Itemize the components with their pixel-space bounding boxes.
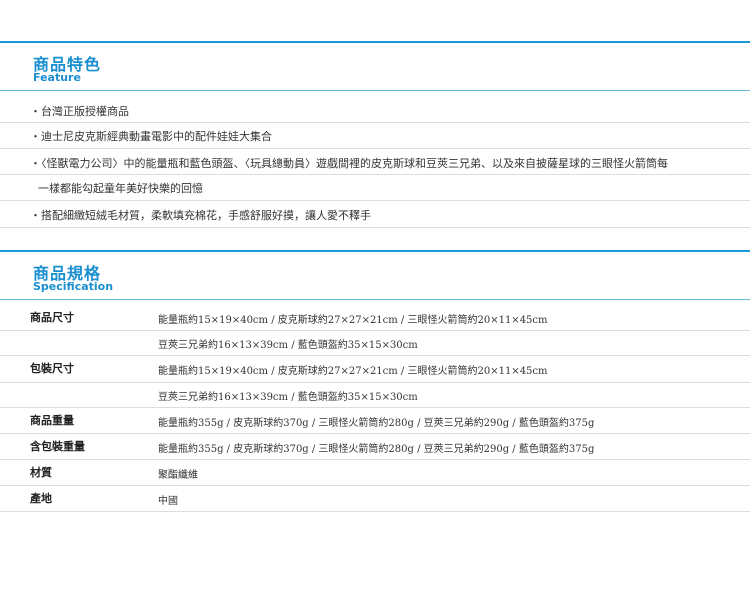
feature-bottom-rule	[0, 90, 750, 91]
feature-divider	[0, 174, 750, 175]
spec-value: 能量瓶約15×19×40cm / 皮克斯球約27×27×21cm / 三眼怪火箭…	[158, 315, 548, 326]
spec-label: 商品尺寸	[30, 311, 74, 324]
spec-row: 商品尺寸 能量瓶約15×19×40cm / 皮克斯球約27×27×21cm / …	[0, 306, 750, 331]
spec-value: 能量瓶約355g / 皮克斯球約370g / 三眼怪火箭筒約280g / 豆莢三…	[158, 418, 595, 429]
spec-value: 中國	[158, 496, 178, 507]
feature-item: ・台灣正版授權商品	[30, 105, 129, 118]
feature-divider	[0, 148, 750, 149]
spec-row: 包裝尺寸 能量瓶約15×19×40cm / 皮克斯球約27×27×21cm / …	[0, 356, 750, 383]
feature-section-header: 商品特色 Feature	[0, 41, 750, 96]
spec-row: 產地 中國	[0, 486, 750, 512]
spec-label: 材質	[30, 466, 52, 479]
spec-row: 商品重量 能量瓶約355g / 皮克斯球約370g / 三眼怪火箭筒約280g …	[0, 408, 750, 434]
spec-label: 商品重量	[30, 414, 74, 427]
spec-value: 聚酯纖維	[158, 470, 198, 481]
spec-section-header: 商品規格 Specification	[0, 250, 750, 305]
feature-item: ・迪士尼皮克斯經典動畫電影中的配件娃娃大集合	[30, 130, 272, 143]
spec-label: 含包裝重量	[30, 440, 85, 453]
spec-value: 能量瓶約15×19×40cm / 皮克斯球約27×27×21cm / 三眼怪火箭…	[158, 366, 548, 377]
spec-value: 豆莢三兄弟約16×13×39cm / 藍色頭盔約35×15×30cm	[158, 340, 418, 351]
feature-item: ・搭配細緻短絨毛材質，柔軟填充棉花，手感舒服好摸，讓人愛不釋手	[30, 209, 371, 222]
spec-row: 材質 聚酯纖維	[0, 460, 750, 486]
feature-item: ・〈怪獸電力公司〉中的能量瓶和藍色頭盔、〈玩具總動員〉遊戲間裡的皮克斯球和豆莢三…	[30, 157, 668, 170]
feature-subtitle: Feature	[33, 71, 81, 84]
spec-divider	[0, 511, 750, 512]
spec-bottom-rule	[0, 299, 750, 300]
spec-label: 包裝尺寸	[30, 362, 74, 375]
feature-divider	[0, 227, 750, 228]
spec-value: 豆莢三兄弟約16×13×39cm / 藍色頭盔約35×15×30cm	[158, 392, 418, 403]
feature-item: 一樣都能勾起童年美好快樂的回憶	[38, 182, 203, 195]
spec-row: 含包裝重量 能量瓶約355g / 皮克斯球約370g / 三眼怪火箭筒約280g…	[0, 434, 750, 460]
spec-row: 豆莢三兄弟約16×13×39cm / 藍色頭盔約35×15×30cm	[0, 383, 750, 408]
feature-divider	[0, 122, 750, 123]
feature-top-rule	[0, 41, 750, 43]
spec-value: 能量瓶約355g / 皮克斯球約370g / 三眼怪火箭筒約280g / 豆莢三…	[158, 444, 595, 455]
spec-label: 產地	[30, 492, 52, 505]
spec-subtitle: Specification	[33, 280, 114, 293]
feature-divider	[0, 200, 750, 201]
spec-row: 豆莢三兄弟約16×13×39cm / 藍色頭盔約35×15×30cm	[0, 331, 750, 356]
spec-top-rule	[0, 250, 750, 252]
